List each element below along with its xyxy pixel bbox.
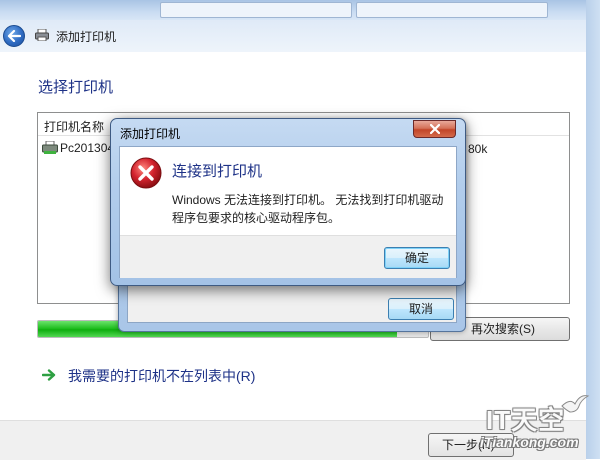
column-header-printer-name[interactable]: 打印机名称 <box>44 118 104 135</box>
ok-button[interactable]: 确定 <box>384 247 450 269</box>
cancel-button[interactable]: 取消 <box>388 298 454 320</box>
error-message: Windows 无法连接到打印机。 无法找到打印机驱动程序包要求的核心驱动程序包… <box>172 193 444 225</box>
bird-logo-icon <box>561 395 590 413</box>
back-button[interactable] <box>3 25 25 47</box>
window-top-chrome <box>0 0 600 20</box>
back-arrow-icon <box>7 30 21 42</box>
error-heading: 连接到打印机 <box>172 163 263 180</box>
printer-name: Pc201304 <box>60 141 115 155</box>
address-field-background <box>160 2 352 18</box>
watermark-brand: IT天空 <box>486 405 566 435</box>
section-title: 选择打印机 <box>38 79 114 96</box>
close-icon <box>429 124 440 134</box>
printer-address-suffix: 80k <box>468 142 488 156</box>
printer-icon <box>35 29 49 41</box>
watermark-site: iTiankong.com <box>480 434 579 450</box>
search-field-background <box>356 2 548 18</box>
green-arrow-icon <box>42 369 56 381</box>
printer-icon <box>42 141 58 154</box>
window-right-chrome <box>586 0 600 459</box>
error-dialog-title: 添加打印机 <box>120 127 181 141</box>
close-button[interactable] <box>413 120 456 138</box>
error-icon <box>130 157 162 189</box>
watermark-logo: IT天空 iTiankong.com <box>480 395 595 455</box>
wizard-title: 添加打印机 <box>56 30 117 44</box>
error-dialog: 添加打印机 连接到打印机 Windows 无法连接到打印机。 无法找到打印机驱动… <box>110 118 466 286</box>
printer-not-listed-label: 我需要的打印机不在列表中(R) <box>68 368 256 384</box>
error-dialog-body: 连接到打印机 Windows 无法连接到打印机。 无法找到打印机驱动程序包要求的… <box>119 146 457 278</box>
